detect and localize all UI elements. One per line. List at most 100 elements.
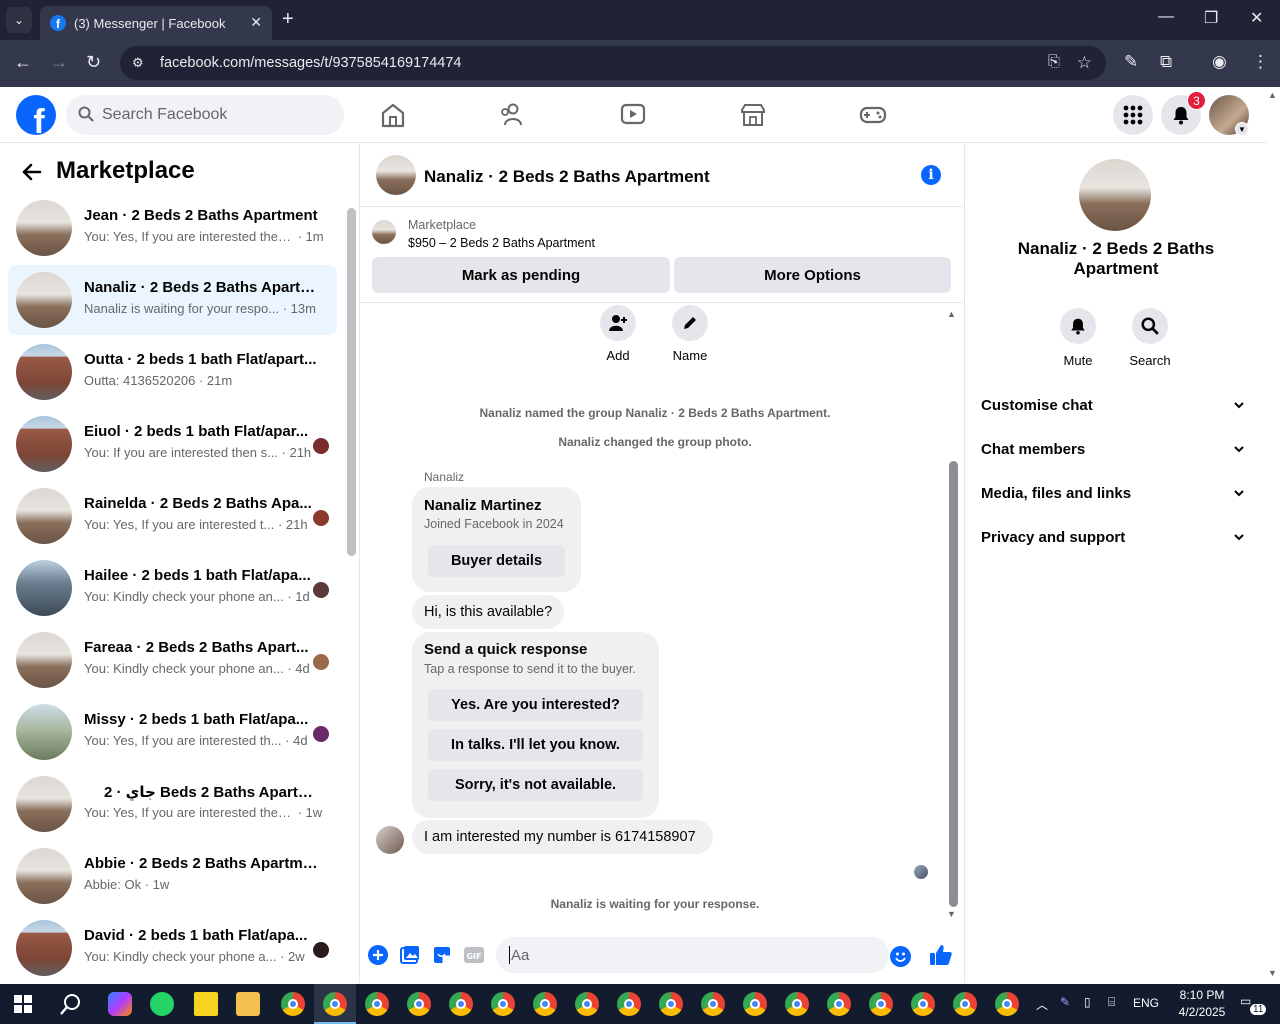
menu-grid-icon[interactable] [1113,95,1153,135]
minimize-icon[interactable]: — [1158,8,1174,26]
profile-icon[interactable]: ◉ [1212,52,1227,72]
battery-icon[interactable]: ▯ [1084,995,1091,1009]
bookmark-star-icon[interactable]: ☆ [1077,53,1092,73]
quick-response-yes[interactable]: Yes. Are you interested? [428,689,643,721]
conversation-item[interactable]: Missy · 2 beds 1 bath Flat/apa... You: Y… [8,697,337,767]
chrome-icon[interactable] [281,992,305,1016]
page-scroll-down-icon[interactable]: ▼ [1268,968,1277,978]
new-tab-icon[interactable]: + [282,8,294,31]
chrome-icon[interactable] [365,992,389,1016]
customise-chat-section[interactable]: Customise chat [981,387,1251,423]
site-info-icon[interactable]: ⚙ [132,55,148,71]
taskbar-search-icon[interactable] [60,993,82,1020]
chrome-icon[interactable] [575,992,599,1016]
chat-scrollbar[interactable] [949,461,958,907]
chrome-icon[interactable] [995,992,1019,1016]
chrome-icon[interactable] [407,992,431,1016]
add-member-action[interactable]: Add [588,305,648,363]
restore-icon[interactable]: ❐ [1204,8,1218,28]
extensions-icon[interactable]: ⧉ [1160,52,1172,72]
conversation-item[interactable]: جاي · 2 Beds 2 Baths Apartment You: Yes,… [8,769,337,839]
tab-search-menu-icon[interactable]: ⌄ [6,7,32,33]
chat-title[interactable]: Nanaliz · 2 Beds 2 Baths Apartment [424,167,710,187]
tray-chevron-icon[interactable]: ︿ [1036,996,1048,1013]
photo-icon[interactable] [400,945,420,965]
chrome-icon[interactable] [911,992,935,1016]
back-icon[interactable]: ← [14,52,32,73]
pen-tray-icon[interactable]: ✎ [1060,995,1070,1009]
sticky-notes-icon[interactable] [194,992,218,1016]
conversation-item[interactable]: Fareaa · 2 Beds 2 Baths Apart... You: Ki… [8,625,337,695]
more-options-button[interactable]: More Options [674,257,951,293]
reload-icon[interactable]: ↻ [86,52,101,73]
info-icon[interactable]: i [921,165,941,185]
chrome-icon[interactable] [785,992,809,1016]
conversation-item[interactable]: Hailee · 2 beds 1 bath Flat/apa... You: … [8,553,337,623]
chrome-icon[interactable] [743,992,767,1016]
conversation-item[interactable]: David · 2 beds 1 bath Flat/apa... You: K… [8,913,337,983]
conversation-list-scrollbar[interactable] [347,208,356,556]
conversation-item[interactable]: Abbie · 2 Beds 2 Baths Apartment Abbie: … [8,841,337,911]
conversation-item[interactable]: Outta · 2 beds 1 bath Flat/apart... Outt… [8,337,337,407]
name-action[interactable]: Name [660,305,720,363]
like-thumb-icon[interactable] [929,943,953,967]
gaming-icon[interactable] [858,101,888,129]
quick-response-in-talks[interactable]: In talks. I'll let you know. [428,729,643,761]
mark-pending-button[interactable]: Mark as pending [372,257,670,293]
privacy-support-section[interactable]: Privacy and support [981,519,1251,555]
pen-icon[interactable]: ✎ [1124,52,1138,72]
friends-icon[interactable] [498,101,528,129]
mute-action[interactable]: Mute [1043,308,1113,368]
notification-center-icon[interactable]: ▭ [1240,994,1251,1008]
network-icon[interactable]: ⌸ [1108,995,1115,1010]
media-files-links-section[interactable]: Media, files and links [981,475,1251,511]
forward-icon[interactable]: → [50,52,68,73]
chrome-icon[interactable] [953,992,977,1016]
close-window-icon[interactable]: ✕ [1250,8,1263,28]
message-input[interactable]: Aa [496,937,889,973]
page-scroll-up-icon[interactable]: ▲ [1268,90,1277,100]
chrome-icon[interactable] [533,992,557,1016]
whatsapp-icon[interactable] [150,992,174,1016]
chat-members-section[interactable]: Chat members [981,431,1251,467]
conversation-item[interactable]: Eiuol · 2 beds 1 bath Flat/apar... You: … [8,409,337,479]
browser-tab-active[interactable]: f (3) Messenger | Facebook ✕ [40,6,272,40]
file-explorer-icon[interactable] [236,992,260,1016]
chrome-icon[interactable] [827,992,851,1016]
sender-avatar[interactable] [376,826,404,854]
clock-time[interactable]: 8:10 PM [1172,988,1232,1002]
plus-icon[interactable] [368,945,388,965]
gif-icon[interactable]: GIF [464,945,484,965]
chrome-icon[interactable] [869,992,893,1016]
clock-date[interactable]: 4/2/2025 [1168,1005,1236,1019]
buyer-details-button[interactable]: Buyer details [428,545,565,577]
quick-response-not-available[interactable]: Sorry, it's not available. [428,769,643,801]
listing-thumbnail[interactable] [372,220,396,244]
account-chevron-icon[interactable]: ▼ [1235,122,1249,136]
scroll-up-icon[interactable]: ▲ [947,309,956,319]
facebook-search-input[interactable]: Search Facebook [66,95,344,135]
chrome-icon[interactable] [617,992,641,1016]
install-app-icon[interactable]: ⎘ [1048,53,1060,70]
windows-start-icon[interactable] [14,995,32,1018]
emoji-icon[interactable] [890,946,911,967]
chrome-icon[interactable] [659,992,683,1016]
copilot-icon[interactable] [108,992,132,1016]
back-arrow-icon[interactable] [22,161,42,187]
chrome-icon[interactable] [701,992,725,1016]
conversation-item[interactable]: Rainelda · 2 Beds 2 Baths Apa... You: Ye… [8,481,337,551]
home-icon[interactable] [378,101,408,129]
facebook-logo-icon[interactable]: f [16,95,56,135]
language-indicator[interactable]: ENG [1133,996,1159,1010]
marketplace-icon[interactable] [738,101,768,129]
tab-close-icon[interactable]: ✕ [250,14,262,31]
search-action[interactable]: Search [1115,308,1185,368]
sticker-icon[interactable] [432,945,452,965]
group-photo[interactable] [1079,159,1151,231]
chrome-icon[interactable] [323,992,347,1016]
conversation-item-active[interactable]: Nanaliz · 2 Beds 2 Baths Apartm... Nanal… [8,265,337,335]
chrome-icon[interactable] [449,992,473,1016]
chat-avatar[interactable] [376,155,416,195]
browser-menu-icon[interactable]: ⋮ [1252,52,1269,72]
conversation-item[interactable]: Jean · 2 Beds 2 Baths Apartment You: Yes… [8,193,337,263]
